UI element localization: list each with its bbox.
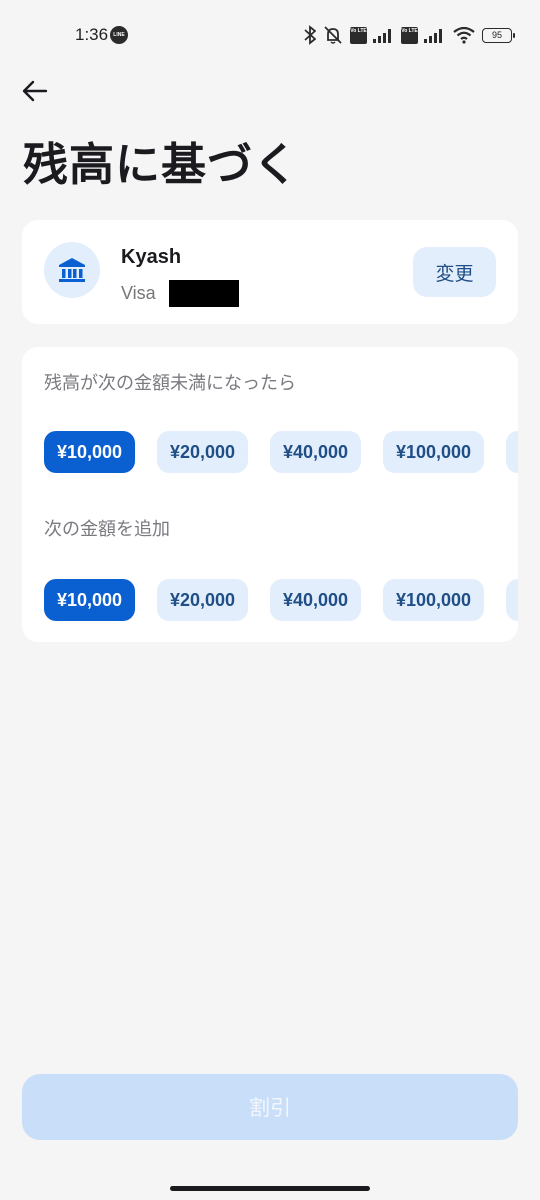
topup-label: 次の金額を追加 [44,519,170,540]
threshold-chip-more[interactable] [506,431,518,473]
battery-icon: 95 [482,27,515,43]
status-icons: Vo LTE Vo LTE 95 [304,24,515,46]
home-indicator[interactable] [170,1186,370,1191]
volte-icon-2: Vo LTE [401,26,418,44]
topup-chip-20000[interactable]: ¥20,000 [157,579,248,621]
account-name: Kyash [121,246,182,268]
bank-icon [59,258,85,282]
signal-icon [373,24,395,46]
threshold-chip-40000[interactable]: ¥40,000 [270,431,361,473]
back-button[interactable] [18,76,52,106]
topup-chip-10000[interactable]: ¥10,000 [44,579,135,621]
funding-source-card: Kyash Visa 変更 [22,220,518,324]
threshold-chip-100000[interactable]: ¥100,000 [383,431,484,473]
signal-icon-2 [424,24,446,46]
page-title: 残高に基づく [23,138,300,191]
volte-icon: Vo LTE [350,26,367,44]
topup-chip-more[interactable] [506,579,518,621]
topup-chip-row: ¥10,000 ¥20,000 ¥40,000 ¥100,000 [44,579,518,621]
status-bar: 1:36 LINE Vo LTE Vo LTE 95 [0,0,540,70]
bank-icon-container [44,242,100,298]
change-button[interactable]: 変更 [413,247,496,297]
threshold-chip-row: ¥10,000 ¥20,000 ¥40,000 ¥100,000 [44,431,518,473]
line-app-icon: LINE [110,26,128,44]
redacted-card-number [168,280,239,307]
threshold-label: 残高が次の金額未満になったら [44,373,296,394]
account-network: Visa [121,280,239,307]
card-network-label: Visa [121,283,156,303]
bluetooth-icon [304,24,316,46]
status-time: 1:36 [75,25,109,44]
back-arrow-icon [22,80,48,102]
topup-chip-100000[interactable]: ¥100,000 [383,579,484,621]
threshold-chip-20000[interactable]: ¥20,000 [157,431,248,473]
mute-icon [322,24,344,46]
threshold-chip-10000[interactable]: ¥10,000 [44,431,135,473]
wifi-icon [452,24,476,46]
topup-chip-40000[interactable]: ¥40,000 [270,579,361,621]
amount-settings-card: 残高が次の金額未満になったら ¥10,000 ¥20,000 ¥40,000 ¥… [22,347,518,642]
submit-button[interactable]: 割引 [22,1074,518,1140]
